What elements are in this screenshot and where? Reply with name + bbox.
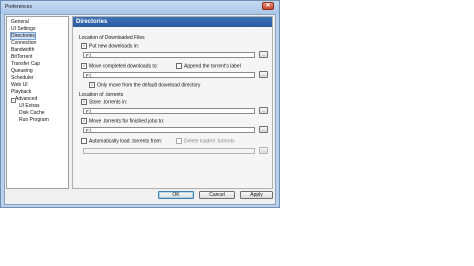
tree-item-bittorrent[interactable]: BitTorrent <box>11 54 32 61</box>
move-completed-checkbox[interactable]: ✓ <box>81 62 87 69</box>
move-torrents-browse-button[interactable]: ... <box>259 126 268 133</box>
move-torrents-checkbox[interactable]: ✓ <box>81 117 87 124</box>
tree-item-connection[interactable]: Connection <box>11 40 36 47</box>
put-new-downloads-checkbox[interactable]: ✓ <box>81 42 87 49</box>
auto-load-checkbox[interactable] <box>81 137 87 144</box>
put-new-downloads-option[interactable]: ✓ Put new downloads in: <box>81 42 140 50</box>
append-label-option[interactable]: Append the torrent's label <box>176 62 241 70</box>
apply-button[interactable]: Apply <box>240 191 273 199</box>
tree-item-queueing[interactable]: Queueing <box>11 68 33 75</box>
put-new-downloads-path-input[interactable]: F:\ <box>83 52 255 58</box>
auto-load-browse-button[interactable]: ... <box>259 147 268 154</box>
auto-load-option[interactable]: Automatically load .torrents from: <box>81 137 163 145</box>
move-completed-browse-button[interactable]: ... <box>259 71 268 78</box>
window-title: Preferences <box>5 4 32 10</box>
store-torrents-checkbox[interactable]: ✓ <box>81 98 87 105</box>
delete-loaded-label: Delete loaded .torrents <box>184 138 235 145</box>
only-move-default-label: Only move from the default download dire… <box>97 82 201 89</box>
append-label-label: Append the torrent's label <box>184 63 241 70</box>
move-completed-option[interactable]: ✓ Move completed downloads to: <box>81 62 158 70</box>
close-icon: ✕ <box>265 3 271 9</box>
tree-item-web-ui[interactable]: Web UI <box>11 82 28 89</box>
only-move-default-checkbox[interactable]: ✓ <box>89 81 95 88</box>
store-torrents-browse-button[interactable]: ... <box>259 107 268 114</box>
collapse-icon[interactable]: − <box>11 98 16 103</box>
tree-item-ui-settings[interactable]: UI Settings <box>11 26 35 33</box>
store-torrents-option[interactable]: ✓ Store .torrents in: <box>81 98 128 106</box>
tree-item-general[interactable]: General <box>11 19 29 26</box>
move-torrents-path-input[interactable]: F:\ <box>83 127 255 133</box>
downloaded-files-section-label: Location of Downloaded Files <box>79 35 145 41</box>
directories-panel: Directories Location of Downloaded Files… <box>72 16 273 189</box>
append-label-checkbox[interactable] <box>176 62 182 69</box>
delete-loaded-option[interactable]: Delete loaded .torrents <box>176 137 235 145</box>
move-torrents-label: Move .torrents for finished jobs to: <box>89 118 165 125</box>
cancel-button[interactable]: Cancel <box>199 191 235 199</box>
tree-item-ui-extras[interactable]: UI Extras <box>19 103 40 110</box>
category-tree: General UI Settings Directories Connecti… <box>6 16 69 189</box>
store-torrents-path-input[interactable]: F:\ <box>83 108 255 114</box>
delete-loaded-checkbox[interactable] <box>176 137 182 144</box>
tree-item-advanced[interactable]: − Advanced <box>11 96 37 103</box>
panel-title: Directories <box>76 19 108 25</box>
tree-item-scheduler[interactable]: Scheduler <box>11 75 34 82</box>
resize-grip-icon[interactable]: ⋰ <box>270 202 275 207</box>
panel-header: Directories <box>73 17 272 27</box>
tree-item-transfer-cap[interactable]: Transfer Cap <box>11 61 40 68</box>
tree-item-playback[interactable]: Playback <box>11 89 31 96</box>
move-completed-path-input[interactable]: F:\ <box>83 72 255 78</box>
move-completed-label: Move completed downloads to: <box>89 63 158 70</box>
title-bar[interactable]: Preferences ✕ <box>1 1 279 14</box>
store-torrents-label: Store .torrents in: <box>89 99 128 106</box>
move-torrents-option[interactable]: ✓ Move .torrents for finished jobs to: <box>81 117 165 125</box>
auto-load-label: Automatically load .torrents from: <box>89 138 163 145</box>
ok-button[interactable]: OK <box>158 191 194 199</box>
put-new-downloads-label: Put new downloads in: <box>89 43 140 50</box>
auto-load-path-input[interactable] <box>83 148 255 154</box>
tree-item-bandwidth[interactable]: Bandwidth <box>11 47 34 54</box>
preferences-window: Preferences ✕ General UI Settings Direct… <box>0 0 280 208</box>
dialog-body: General UI Settings Directories Connecti… <box>4 14 276 205</box>
tree-item-directories[interactable]: Directories <box>10 32 36 40</box>
tree-item-disk-cache[interactable]: Disk Cache <box>19 110 45 117</box>
put-new-downloads-browse-button[interactable]: ... <box>259 51 268 58</box>
close-button[interactable]: ✕ <box>262 2 274 10</box>
only-move-default-option[interactable]: ✓ Only move from the default download dir… <box>89 81 201 89</box>
tree-item-run-program[interactable]: Run Program <box>19 117 49 124</box>
torrents-section-label: Location of .torrents <box>79 92 124 98</box>
